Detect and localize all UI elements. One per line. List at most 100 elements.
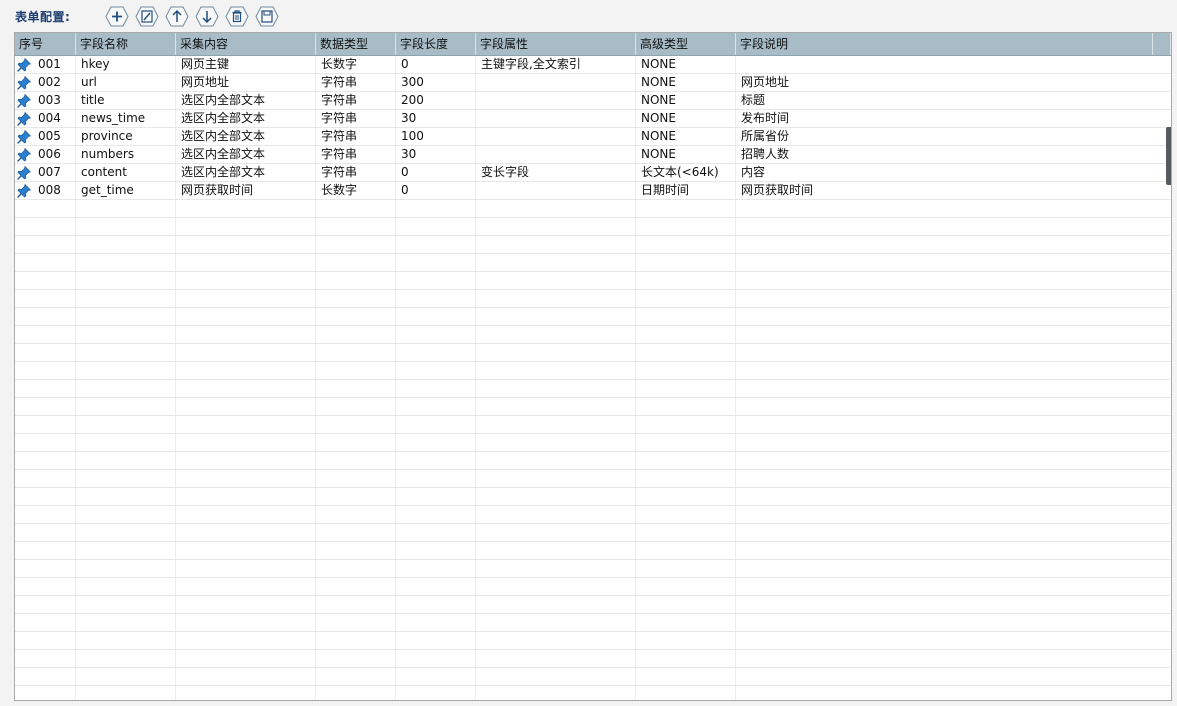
cell-field-length: 30 xyxy=(401,147,417,161)
cell-data-type: 长数字 xyxy=(321,183,358,197)
cell-field-description: 内容 xyxy=(741,165,766,179)
cell-data-type: 字符串 xyxy=(321,75,358,89)
cell-collect-content: 网页地址 xyxy=(181,75,230,89)
move-down-button[interactable] xyxy=(195,6,219,27)
pin-icon xyxy=(17,183,32,198)
cell-data-type: 长数字 xyxy=(321,57,358,71)
cell-field-attribute: 主键字段,全文索引 xyxy=(481,57,581,71)
table-row[interactable]: 001 hkey 网页主键 长数字 0 主键字段,全文索引 NONE xyxy=(15,56,1171,74)
empty-row xyxy=(15,686,1171,700)
table-row[interactable]: 002 url 网页地址 字符串 300 NONE 网页地址 xyxy=(15,74,1171,92)
cell-advanced-type: 日期时间 xyxy=(641,183,690,197)
empty-row xyxy=(15,488,1171,506)
cell-field-attribute xyxy=(476,128,636,145)
cell-advanced-type: NONE xyxy=(641,57,676,71)
empty-row xyxy=(15,650,1171,668)
empty-row xyxy=(15,200,1171,218)
empty-row xyxy=(15,362,1171,380)
cell-field-description xyxy=(736,56,1153,73)
cell-field-description: 发布时间 xyxy=(741,111,790,125)
edit-button[interactable] xyxy=(135,6,159,27)
cell-field-name: hkey xyxy=(81,57,110,71)
table-row[interactable]: 003 title 选区内全部文本 字符串 200 NONE 标题 xyxy=(15,92,1171,110)
edit-icon xyxy=(135,6,159,27)
empty-row xyxy=(15,218,1171,236)
cell-collect-content: 选区内全部文本 xyxy=(181,129,266,143)
cell-collect-content: 选区内全部文本 xyxy=(181,147,266,161)
pin-icon xyxy=(17,147,32,162)
cell-field-attribute xyxy=(476,146,636,163)
cell-field-description: 所属省份 xyxy=(741,129,790,143)
cell-field-length: 200 xyxy=(401,93,424,107)
cell-field-description: 网页地址 xyxy=(741,75,790,89)
plus-icon xyxy=(105,6,129,27)
cell-field-attribute xyxy=(476,182,636,199)
column-header-collect-content[interactable]: 采集内容 xyxy=(176,33,316,55)
empty-row xyxy=(15,668,1171,686)
cell-field-description: 标题 xyxy=(741,93,766,107)
empty-row xyxy=(15,452,1171,470)
table-row[interactable]: 005 province 选区内全部文本 字符串 100 NONE 所属省份 xyxy=(15,128,1171,146)
save-button[interactable] xyxy=(255,6,279,27)
cell-field-attribute xyxy=(476,110,636,127)
cell-data-type: 字符串 xyxy=(321,129,358,143)
arrow-up-icon xyxy=(165,6,189,27)
empty-row xyxy=(15,614,1171,632)
cell-index: 004 xyxy=(38,111,61,125)
table-row[interactable]: 008 get_time 网页获取时间 长数字 0 日期时间 网页获取时间 xyxy=(15,182,1171,200)
cell-field-length: 0 xyxy=(401,57,409,71)
pin-icon xyxy=(17,129,32,144)
column-header-field-name[interactable]: 字段名称 xyxy=(76,33,176,55)
cell-field-name: province xyxy=(81,129,133,143)
cell-field-attribute xyxy=(476,74,636,91)
pin-icon xyxy=(17,165,32,180)
cell-field-length: 100 xyxy=(401,129,424,143)
cell-advanced-type: 长文本(<64k) xyxy=(641,165,719,179)
cell-collect-content: 选区内全部文本 xyxy=(181,111,266,125)
pin-icon xyxy=(17,111,32,126)
delete-button[interactable] xyxy=(225,6,249,27)
column-header-advanced-type[interactable]: 高级类型 xyxy=(636,33,736,55)
empty-row xyxy=(15,416,1171,434)
column-header-index[interactable]: 序号 xyxy=(15,33,76,55)
column-header-field-length[interactable]: 字段长度 xyxy=(396,33,476,55)
empty-row xyxy=(15,344,1171,362)
cell-advanced-type: NONE xyxy=(641,93,676,107)
cell-advanced-type: NONE xyxy=(641,75,676,89)
cell-field-attribute xyxy=(476,92,636,109)
cell-field-name: numbers xyxy=(81,147,135,161)
cell-index: 003 xyxy=(38,93,61,107)
empty-row xyxy=(15,380,1171,398)
cell-index: 008 xyxy=(38,183,61,197)
cell-collect-content: 选区内全部文本 xyxy=(181,165,266,179)
pin-icon xyxy=(17,57,32,72)
cell-data-type: 字符串 xyxy=(321,93,358,107)
empty-row xyxy=(15,272,1171,290)
move-up-button[interactable] xyxy=(165,6,189,27)
column-header-data-type[interactable]: 数据类型 xyxy=(316,33,396,55)
cell-index: 001 xyxy=(38,57,61,71)
cell-collect-content: 选区内全部文本 xyxy=(181,93,266,107)
column-divider xyxy=(1171,56,1172,700)
add-button[interactable] xyxy=(105,6,129,27)
table-row[interactable]: 006 numbers 选区内全部文本 字符串 30 NONE 招聘人数 xyxy=(15,146,1171,164)
empty-row xyxy=(15,434,1171,452)
trash-icon xyxy=(225,6,249,27)
cell-field-name: content xyxy=(81,165,127,179)
column-header-field-description[interactable]: 字段说明 xyxy=(736,33,1153,55)
cell-data-type: 字符串 xyxy=(321,111,358,125)
side-panel-handle[interactable] xyxy=(1166,127,1171,185)
column-header-field-attribute[interactable]: 字段属性 xyxy=(476,33,636,55)
empty-row xyxy=(15,506,1171,524)
table-row[interactable]: 004 news_time 选区内全部文本 字符串 30 NONE 发布时间 xyxy=(15,110,1171,128)
cell-index: 005 xyxy=(38,129,61,143)
table-header: 序号 字段名称 采集内容 数据类型 字段长度 字段属性 高级类型 字段说明 xyxy=(15,33,1171,56)
cell-field-length: 0 xyxy=(401,183,409,197)
cell-data-type: 字符串 xyxy=(321,165,358,179)
empty-row xyxy=(15,236,1171,254)
table-row[interactable]: 007 content 选区内全部文本 字符串 0 变长字段 长文本(<64k) 内容 xyxy=(15,164,1171,182)
field-config-table: 序号 字段名称 采集内容 数据类型 字段长度 字段属性 高级类型 字段说明 00… xyxy=(14,32,1172,701)
pin-icon xyxy=(17,75,32,90)
cell-field-length: 0 xyxy=(401,165,409,179)
cell-index: 006 xyxy=(38,147,61,161)
